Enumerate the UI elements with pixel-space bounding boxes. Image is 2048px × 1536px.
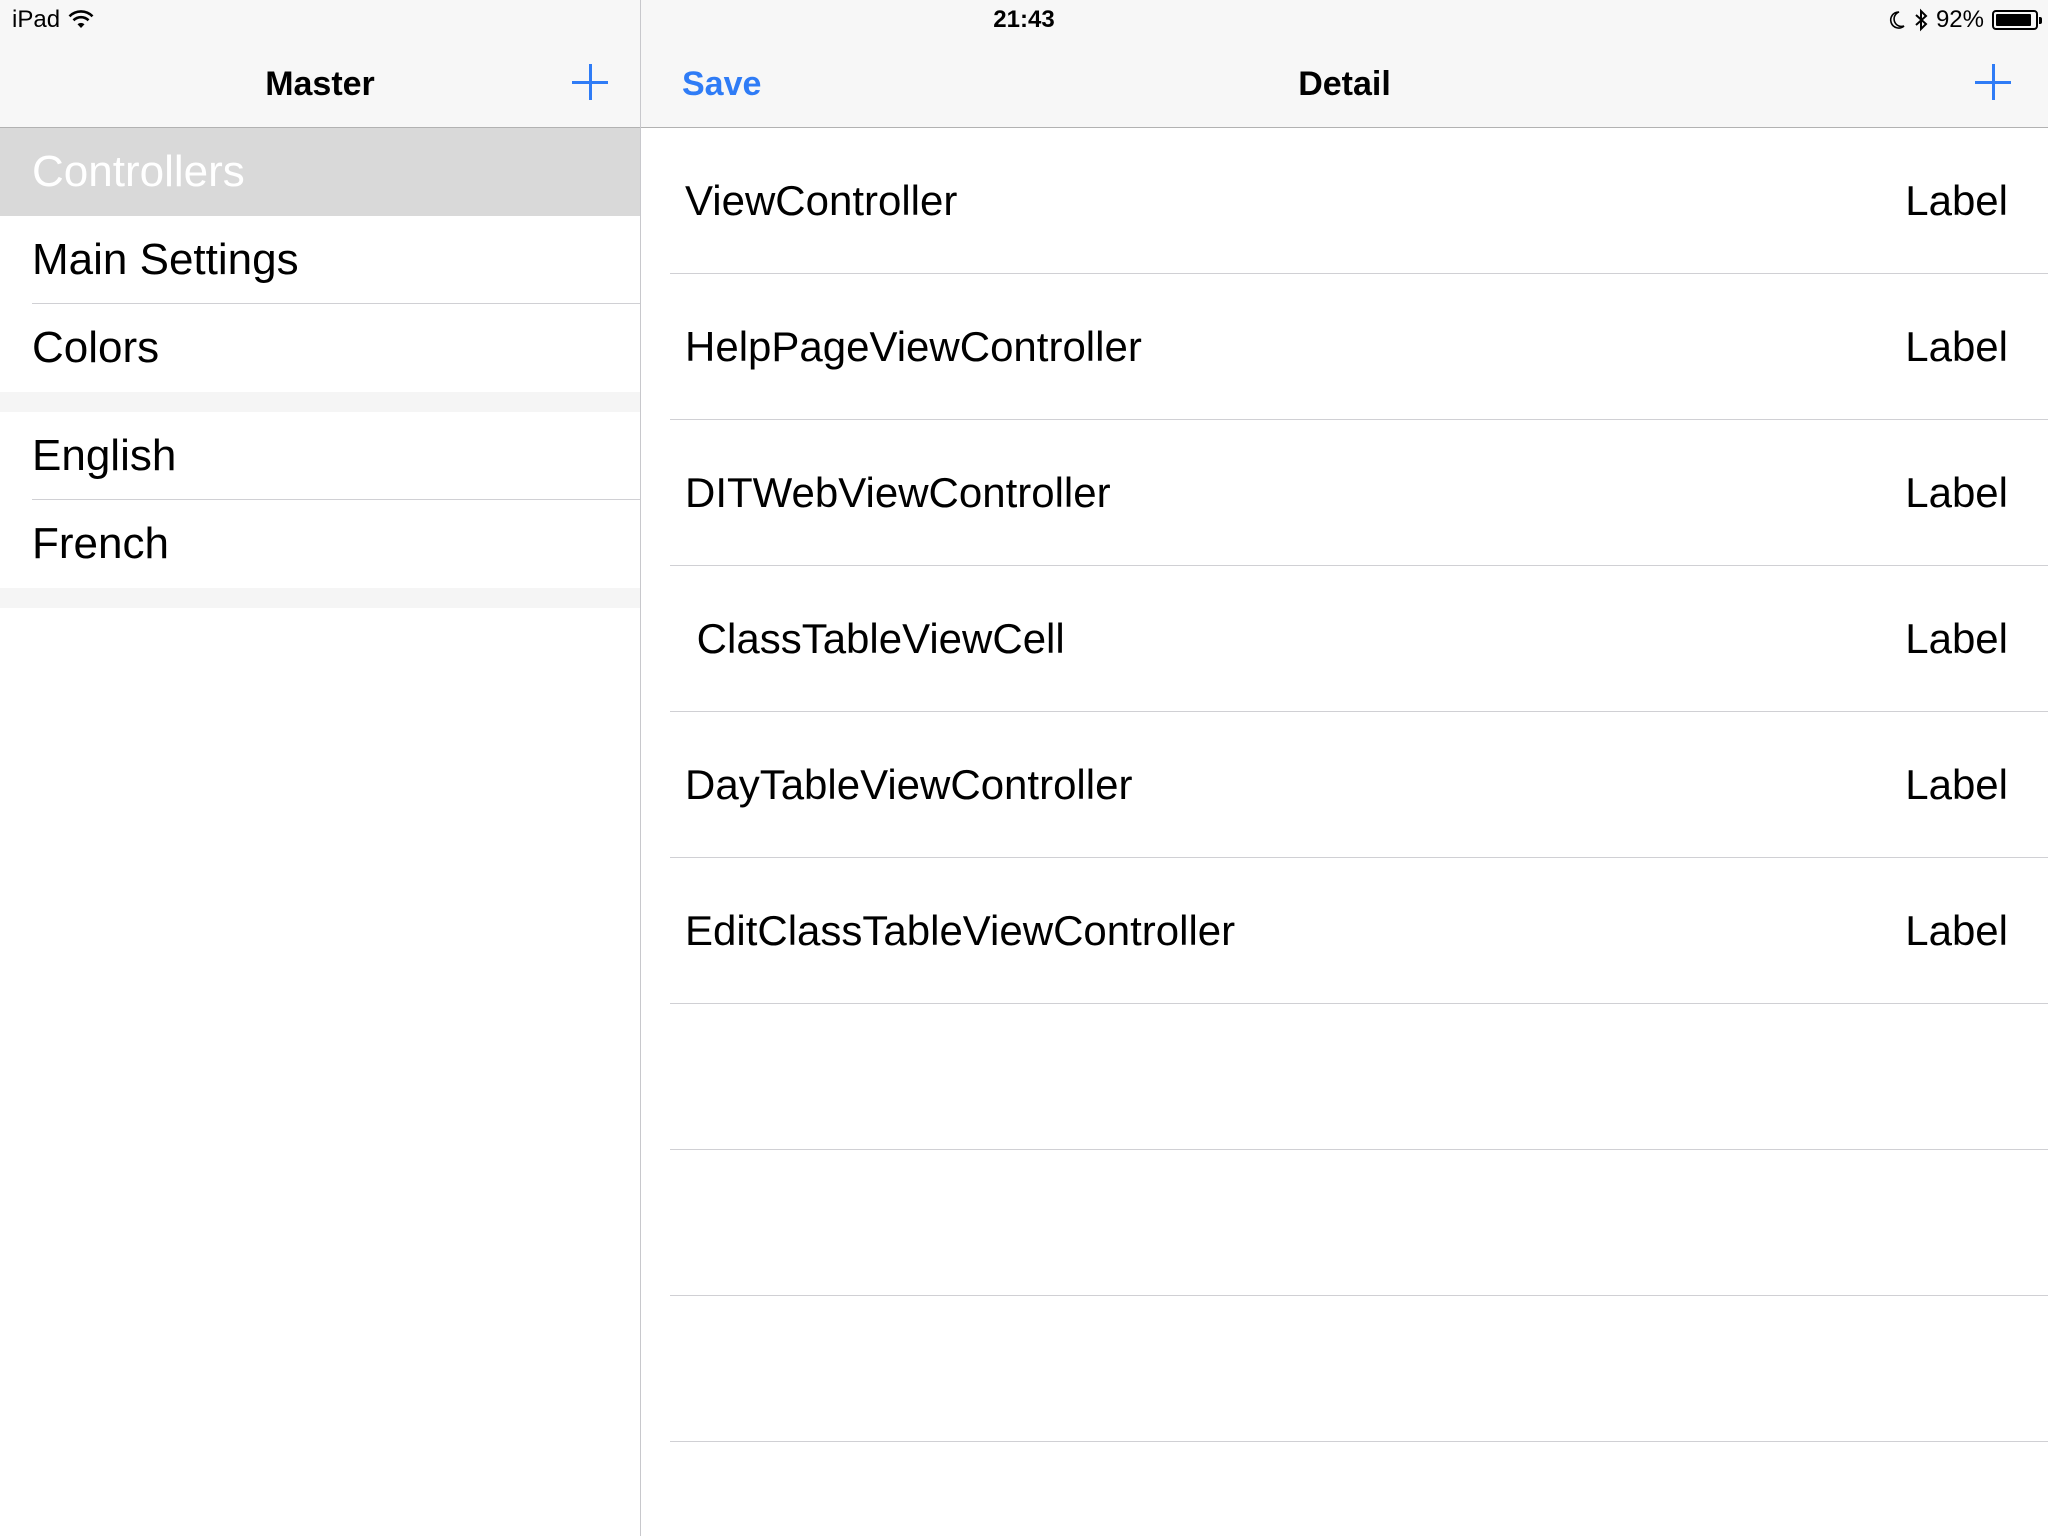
status-right: 92%: [1888, 6, 2042, 34]
bluetooth-icon: [1915, 8, 1928, 32]
status-bar: iPad 21:43 92%: [0, 0, 2048, 40]
detail-row-value: Label: [1905, 761, 2008, 808]
detail-list: ViewController Label HelpPageViewControl…: [641, 128, 2048, 1442]
empty-row: [641, 1150, 2048, 1296]
master-item-english[interactable]: English: [0, 412, 640, 500]
empty-row: [641, 1296, 2048, 1442]
section-gap: [0, 392, 640, 412]
master-item-label: Controllers: [32, 147, 245, 196]
detail-row-name: EditClassTableViewController: [685, 907, 1236, 954]
status-time: 21:43: [993, 6, 1055, 33]
detail-row-name: HelpPageViewController: [685, 323, 1142, 370]
master-item-colors[interactable]: Colors: [0, 304, 640, 392]
detail-row-name: ClassTableViewCell: [685, 615, 1065, 662]
section-gap: [0, 588, 640, 608]
detail-row[interactable]: DayTableViewController Label: [641, 712, 2048, 858]
detail-row[interactable]: ViewController Label: [641, 128, 2048, 274]
moon-icon: [1889, 11, 1905, 29]
detail-title: Detail: [1298, 65, 1391, 103]
master-nav-bar: Master: [0, 40, 640, 128]
detail-row[interactable]: DITWebViewController Label: [641, 420, 2048, 566]
row-separator: [670, 1441, 2048, 1442]
detail-row[interactable]: EditClassTableViewController Label: [641, 858, 2048, 1004]
empty-row: [641, 1004, 2048, 1150]
detail-row-value: Label: [1905, 615, 2008, 662]
detail-nav-bar: Save Detail: [641, 40, 2048, 128]
detail-row[interactable]: HelpPageViewController Label: [641, 274, 2048, 420]
master-item-label: French: [32, 519, 169, 568]
master-item-controllers[interactable]: Controllers: [0, 128, 640, 216]
master-title: Master: [265, 65, 375, 103]
detail-row-name: DITWebViewController: [685, 469, 1111, 516]
master-item-label: English: [32, 431, 177, 480]
detail-row-value: Label: [1905, 323, 2008, 370]
master-add-button[interactable]: [568, 60, 612, 104]
detail-row-value: Label: [1905, 177, 2008, 224]
detail-row-value: Label: [1905, 469, 2008, 516]
split-divider: [640, 0, 641, 1536]
master-list: Controllers Main Settings Colors English…: [0, 128, 640, 608]
detail-add-button[interactable]: [1971, 60, 2015, 104]
battery-fill: [1996, 14, 2031, 26]
master-item-label: Colors: [32, 323, 160, 372]
detail-row[interactable]: ClassTableViewCell Label: [641, 566, 2048, 712]
detail-row-name: ViewController: [685, 177, 958, 224]
detail-row-name: DayTableViewController: [685, 761, 1133, 808]
battery-percent: 92%: [1935, 6, 1984, 33]
master-item-main-settings[interactable]: Main Settings: [0, 216, 640, 304]
master-item-label: Main Settings: [32, 235, 299, 284]
detail-row-value: Label: [1905, 907, 2008, 954]
battery-icon: [1992, 10, 2042, 30]
master-item-french[interactable]: French: [0, 500, 640, 588]
